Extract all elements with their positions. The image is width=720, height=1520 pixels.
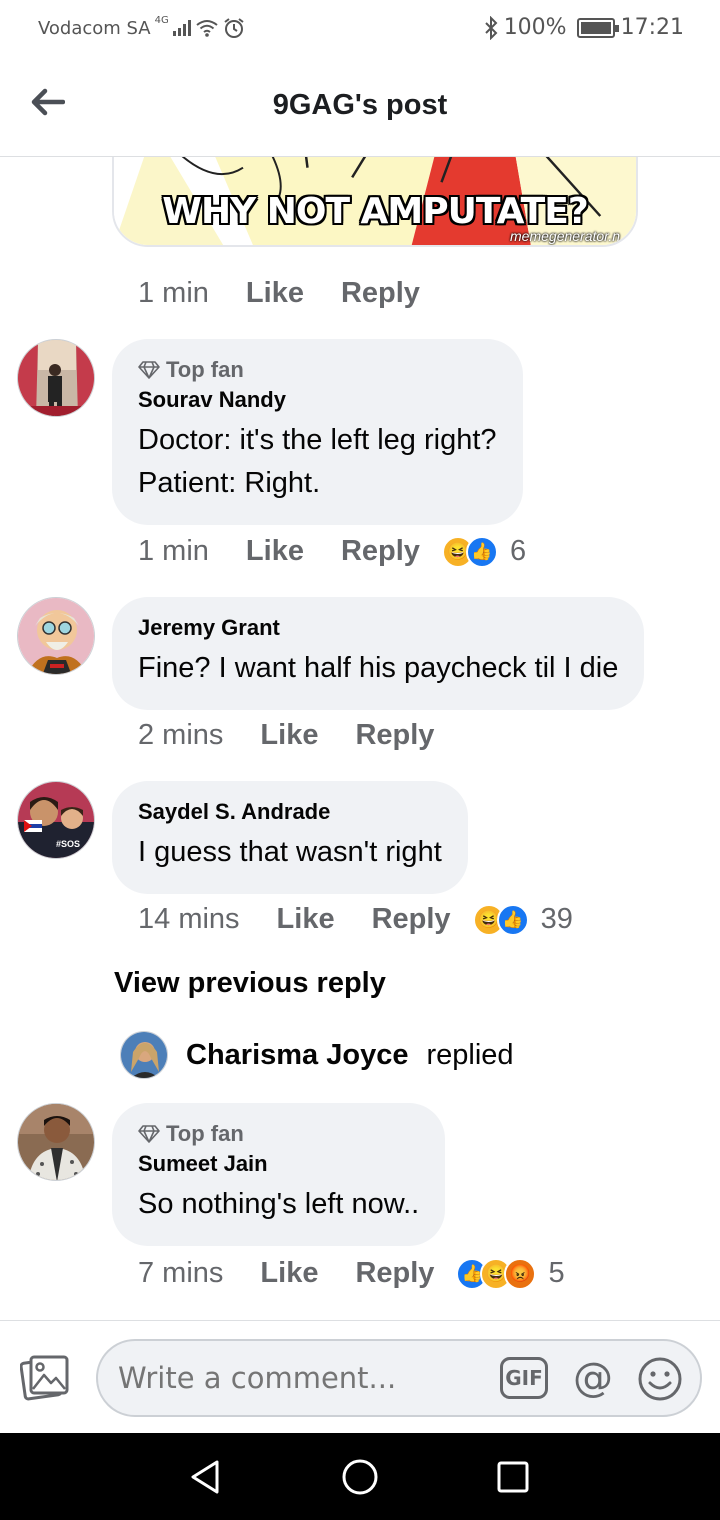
reactions-summary[interactable]: 😆 👍 6 bbox=[441, 535, 527, 568]
comment-author[interactable]: Sourav Nandy bbox=[138, 387, 497, 413]
comment-text-line: Fine? I want half his paycheck til I die bbox=[138, 652, 619, 684]
nav-home-button[interactable] bbox=[338, 1455, 382, 1499]
meme-watermark: memegenerator.n bbox=[510, 228, 620, 244]
comment-actions: 2 mins Like Reply bbox=[138, 719, 434, 752]
android-nav-bar bbox=[0, 1433, 720, 1520]
reactions-summary[interactable]: 😆 👍 39 bbox=[472, 903, 573, 936]
nav-recents-button[interactable] bbox=[491, 1455, 535, 1499]
reaction-count: 5 bbox=[548, 1257, 565, 1289]
top-fan-label: Top fan bbox=[166, 357, 244, 382]
avatar bbox=[120, 1031, 168, 1079]
comment-composer: GIF @ bbox=[0, 1320, 720, 1433]
reply-author: Charisma Joyce bbox=[186, 1038, 409, 1071]
signal-icon bbox=[172, 20, 191, 36]
like-button[interactable]: Like bbox=[260, 1257, 318, 1290]
reply-button[interactable]: Reply bbox=[341, 277, 420, 310]
reply-button[interactable]: Reply bbox=[372, 903, 451, 936]
photo-button[interactable] bbox=[19, 1353, 70, 1401]
avatar[interactable] bbox=[17, 339, 95, 417]
status-right: 100% 17:21 bbox=[484, 15, 684, 40]
meme-comment-actions: 1 min Like Reply bbox=[138, 277, 420, 310]
comment-actions: 7 mins Like Reply 👍 😆 😡 5 bbox=[138, 1257, 565, 1290]
reaction-count: 39 bbox=[540, 903, 573, 935]
avatar-photo bbox=[121, 1032, 167, 1078]
meme-image[interactable]: WHY NOT AMPUTATE? memegenerator.n bbox=[112, 157, 638, 247]
battery-icon bbox=[576, 17, 619, 38]
comment-text-line: So nothing's left now.. bbox=[138, 1188, 420, 1220]
top-fan-badge: Top fan bbox=[138, 1121, 419, 1147]
like-reaction-icon: 👍 bbox=[496, 903, 529, 936]
square-recents-icon bbox=[497, 1461, 529, 1493]
carrier-name: Vodacom SA bbox=[38, 17, 151, 39]
avatar[interactable]: #SOS bbox=[17, 781, 95, 859]
reactions-summary[interactable]: 👍 😆 😡 5 bbox=[456, 1257, 565, 1290]
diamond-icon bbox=[138, 361, 160, 379]
comment-time: 2 mins bbox=[138, 719, 224, 751]
page-title: 9GAG's post bbox=[272, 89, 448, 121]
reply-preview[interactable]: Charisma Joyce replied bbox=[120, 1031, 514, 1079]
like-button[interactable]: Like bbox=[277, 903, 335, 936]
comment-bubble[interactable]: Top fan Sumeet Jain So nothing's left no… bbox=[112, 1103, 446, 1246]
comment-text-line: I guess that wasn't right bbox=[138, 836, 442, 868]
nav-back-button[interactable] bbox=[183, 1455, 227, 1499]
alarm-icon bbox=[224, 18, 244, 38]
comment-author[interactable]: Saydel S. Andrade bbox=[138, 799, 442, 825]
smiley-icon bbox=[638, 1357, 682, 1401]
wifi-icon bbox=[196, 20, 218, 37]
comment-author[interactable]: Jeremy Grant bbox=[138, 615, 618, 641]
like-button[interactable]: Like bbox=[260, 719, 318, 752]
avatar-photo bbox=[18, 598, 94, 674]
battery-fill bbox=[580, 21, 611, 34]
comments-feed[interactable]: WHY NOT AMPUTATE? memegenerator.n 1 min … bbox=[0, 157, 720, 1320]
bluetooth-icon bbox=[484, 15, 498, 40]
replied-label: replied bbox=[426, 1038, 514, 1071]
comment-author[interactable]: Sumeet Jain bbox=[138, 1151, 419, 1177]
emoji-button[interactable] bbox=[637, 1356, 683, 1402]
header: 9GAG's post bbox=[0, 62, 720, 157]
reaction-count: 6 bbox=[509, 535, 527, 567]
status-left: Vodacom SA 4G bbox=[38, 14, 245, 39]
photo-icon bbox=[19, 1355, 69, 1401]
meme-caption: WHY NOT AMPUTATE? bbox=[162, 191, 588, 232]
avatar[interactable] bbox=[17, 1103, 95, 1181]
comment-text-line: Doctor: it's the left leg right? bbox=[138, 424, 497, 456]
gif-button[interactable]: GIF bbox=[500, 1357, 548, 1399]
comment-text-line: Patient: Right. bbox=[138, 467, 321, 499]
comment-time: 1 min bbox=[138, 277, 209, 309]
angry-reaction-icon: 😡 bbox=[504, 1257, 537, 1290]
comment-bubble[interactable]: Top fan Sourav Nandy Doctor: it's the le… bbox=[112, 339, 523, 525]
battery-percent: 100% bbox=[503, 15, 567, 40]
like-reaction-icon: 👍 bbox=[465, 535, 498, 568]
view-previous-reply-link[interactable]: View previous reply bbox=[114, 967, 386, 1000]
comment-bubble[interactable]: Saydel S. Andrade I guess that wasn't ri… bbox=[112, 781, 468, 894]
reply-button[interactable]: Reply bbox=[355, 719, 434, 752]
network-type: 4G bbox=[154, 14, 169, 26]
clock: 17:21 bbox=[620, 15, 684, 40]
top-fan-label: Top fan bbox=[166, 1121, 244, 1146]
comment-time: 7 mins bbox=[138, 1257, 224, 1289]
comment-bubble[interactable]: Jeremy Grant Fine? I want half his paych… bbox=[112, 597, 645, 710]
comment-actions: 14 mins Like Reply 😆 👍 39 bbox=[138, 903, 573, 936]
reply-button[interactable]: Reply bbox=[355, 1257, 434, 1290]
comment-time: 14 mins bbox=[138, 903, 240, 935]
like-button[interactable]: Like bbox=[246, 277, 304, 310]
avatar-photo bbox=[18, 1104, 94, 1180]
reply-button[interactable]: Reply bbox=[341, 535, 420, 568]
avatar[interactable] bbox=[17, 597, 95, 675]
top-fan-badge: Top fan bbox=[138, 357, 497, 383]
comment-time: 1 min bbox=[138, 535, 209, 567]
mention-button[interactable]: @ bbox=[570, 1355, 616, 1401]
circle-home-icon bbox=[342, 1459, 378, 1495]
diamond-icon bbox=[138, 1125, 160, 1143]
comment-actions: 1 min Like Reply 😆 👍 6 bbox=[138, 535, 526, 568]
avatar-tag: #SOS bbox=[56, 839, 81, 849]
triangle-back-icon bbox=[191, 1460, 219, 1494]
like-button[interactable]: Like bbox=[246, 535, 304, 568]
status-bar: Vodacom SA 4G 100% 17:21 bbox=[0, 0, 720, 62]
avatar-photo bbox=[18, 340, 94, 416]
